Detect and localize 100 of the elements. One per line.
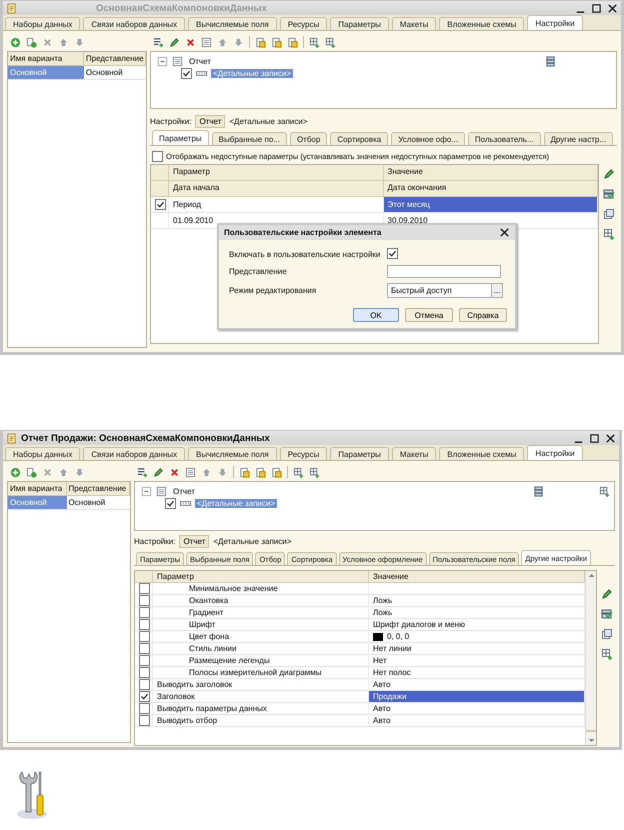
stack-icon[interactable] [603,188,615,200]
stack-icon[interactable] [601,608,613,620]
table-icon[interactable] [201,36,212,48]
document-icon[interactable] [239,466,250,478]
tab[interactable]: Настройки [527,445,583,460]
tab[interactable]: Вложенные схемы [439,447,524,460]
checkbox[interactable] [139,643,150,654]
tab[interactable]: Условное офо... [391,132,465,145]
checkbox[interactable] [139,607,150,618]
up-arrow-icon[interactable] [217,36,228,48]
tree-item[interactable]: Отчет [187,56,213,66]
delete-icon[interactable] [185,36,196,48]
tab[interactable]: Макеты [392,17,436,30]
pencil-icon[interactable] [601,588,613,600]
collapse-icon[interactable] [141,486,152,496]
down-arrow-icon[interactable] [74,36,85,48]
document-icon[interactable] [255,36,266,48]
tab[interactable]: Наборы данных [5,17,80,30]
tab[interactable]: Параметры [330,447,389,460]
tree-item[interactable]: Отчет [171,486,197,496]
copy-icon[interactable] [26,36,37,48]
document-icon[interactable] [271,466,282,478]
collapse-icon[interactable] [157,56,168,66]
up-arrow-icon[interactable] [58,466,69,478]
checkbox[interactable] [165,498,176,508]
table-cell[interactable]: Авто [369,715,585,727]
table-cell[interactable]: Размещение легенды [153,655,369,667]
close-icon[interactable] [605,432,616,444]
grid-icon[interactable] [601,648,613,660]
tab[interactable]: Настройки [527,15,583,30]
checkbox[interactable] [181,68,192,78]
add-icon[interactable] [10,36,21,48]
table-cell[interactable]: Заголовок [153,691,369,703]
checkbox[interactable] [139,595,150,606]
table-cell[interactable]: Ложь [369,607,585,619]
checkbox[interactable] [387,248,398,259]
delete-icon[interactable] [169,466,180,478]
table-cell[interactable]: Основной [66,496,130,510]
dialog-button[interactable]: OK [353,308,399,322]
checkbox[interactable] [139,703,150,714]
input-field[interactable] [387,265,501,278]
settings-report-button[interactable]: Отчет [195,114,226,128]
table-cell[interactable]: Выводить отбор [153,715,369,727]
scrollbar-thumb[interactable] [586,730,596,732]
pencil-icon[interactable] [153,466,164,478]
table-cell[interactable]: Нет линии [369,643,585,655]
tab[interactable]: Вложенные схемы [439,17,524,30]
table-cell[interactable]: Цвет фона [153,631,369,643]
table-cell[interactable]: Нет [369,655,585,667]
grid-icon[interactable] [293,466,304,478]
tab[interactable]: Параметры [330,17,389,30]
checkbox[interactable] [152,150,163,162]
grid-icon[interactable] [603,228,615,240]
list-icon[interactable] [533,486,544,497]
tab[interactable]: Ресурсы [280,17,328,30]
table-cell[interactable]: Нет полос [369,667,585,679]
checkbox[interactable] [139,655,150,666]
choose-button[interactable]: ... [491,284,502,297]
table-cell[interactable]: Основной [84,66,146,80]
checkbox[interactable] [139,619,150,630]
pencil-icon[interactable] [169,36,180,48]
table-cell[interactable]: Выводить параметры данных [153,703,369,715]
tab[interactable]: Вычисляемые поля [188,447,277,460]
up-arrow-icon[interactable] [201,466,212,478]
table-cell[interactable]: Период [169,197,384,213]
scroll-down-icon[interactable] [586,736,596,745]
add-icon[interactable] [10,466,21,478]
dialog-button[interactable]: Справка [459,308,507,322]
settings-item-link[interactable]: <Детальные записи> [229,116,308,126]
checkbox[interactable] [139,583,150,594]
list-add-icon[interactable] [137,466,148,478]
table-icon[interactable] [185,466,196,478]
table-cell[interactable]: Шрифт диалогов и меню [369,619,585,631]
maximize-icon[interactable] [591,2,602,14]
tab[interactable]: Параметры [152,130,209,145]
checkbox[interactable] [139,715,150,726]
table-cell[interactable]: Стиль линии [153,643,369,655]
close-icon[interactable] [607,2,618,14]
list-add-icon[interactable] [153,36,164,48]
down-arrow-icon[interactable] [217,466,228,478]
tab[interactable]: Другие настр... [544,132,613,145]
dialog-button[interactable]: Отмена [405,308,453,322]
table-cell[interactable]: Выводить заголовок [153,679,369,691]
scroll-up-icon[interactable] [586,571,596,580]
table-cell[interactable]: Авто [369,703,585,715]
document-icon[interactable] [271,36,282,48]
tab[interactable]: Связи наборов данных [83,447,185,460]
grid-icon[interactable] [325,36,336,48]
table-cell[interactable]: Продажи [369,691,585,703]
tab[interactable]: Пользователь... [468,132,541,145]
table-cell[interactable]: Окантовка [153,595,369,607]
checkbox[interactable] [139,691,150,702]
down-arrow-icon[interactable] [74,466,85,478]
copy-icon[interactable] [601,628,613,640]
checkbox[interactable] [139,679,150,690]
tab[interactable]: Макеты [392,447,436,460]
settings-item-link[interactable]: <Детальные записи> [213,536,292,546]
table-cell[interactable]: Минимальное значение [153,583,369,595]
tab[interactable]: Наборы данных [5,447,80,460]
tab[interactable]: Выбранные по... [212,132,287,145]
